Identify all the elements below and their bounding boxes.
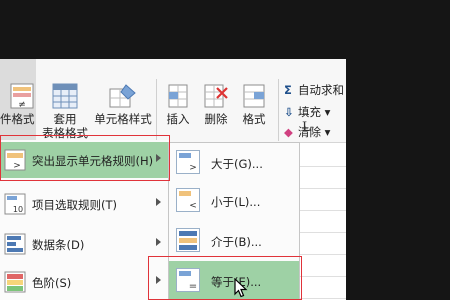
menu-item-top-bottom-rules[interactable]: 10 项目选取规则(T) xyxy=(0,186,170,222)
autosum-button[interactable]: Σ 自动求和 xyxy=(284,82,344,98)
conditional-format-label: 件格式 xyxy=(0,112,35,126)
svg-text:10: 10 xyxy=(13,205,23,214)
insert-cells-icon xyxy=(166,83,190,113)
submenu-item-greater-than[interactable]: > 大于(G)... xyxy=(169,143,299,181)
format-as-table-button[interactable]: 套用 表格格式 xyxy=(38,59,92,143)
data-bars-icon xyxy=(4,233,26,255)
cell-text: L xyxy=(302,120,311,135)
format-cells-icon xyxy=(242,83,266,113)
submenu-item-less-than[interactable]: < 小于(L)... xyxy=(169,181,299,219)
mouse-cursor-icon xyxy=(234,277,248,300)
cell-styles-button[interactable]: 单元格样式 xyxy=(92,59,154,143)
conditional-format-icon: ≠ xyxy=(10,83,34,113)
table-format-icon xyxy=(52,83,78,113)
delete-button[interactable]: 删除 xyxy=(198,59,234,143)
fill-down-icon: ⇩ xyxy=(284,105,294,119)
ribbon-home: ≠ 件格式 套用 表格格式 单元格样式 插入 删除 格式 Σ 自动求和 ⇩ 填充… xyxy=(0,59,346,143)
color-scales-icon xyxy=(4,271,26,293)
format-label: 格式 xyxy=(242,112,266,126)
submenu-arrow-icon xyxy=(156,238,161,246)
svg-text:<: < xyxy=(189,201,197,211)
highlight-box-main-item xyxy=(0,135,170,181)
svg-text:>: > xyxy=(189,163,197,173)
cell-styles-label: 单元格样式 xyxy=(94,112,152,126)
dropdown-arrow-icon: ▾ xyxy=(321,125,331,139)
ribbon-separator xyxy=(278,79,279,141)
submenu-item-label: 小于(L)... xyxy=(211,195,261,209)
insert-label: 插入 xyxy=(166,112,190,126)
format-button[interactable]: 格式 xyxy=(236,59,272,143)
svg-text:≠: ≠ xyxy=(18,100,26,109)
autosum-label: 自动求和 xyxy=(298,83,344,97)
ribbon-separator xyxy=(156,79,157,141)
between-icon xyxy=(176,228,200,252)
highlight-box-sub-item xyxy=(148,256,302,300)
sigma-icon: Σ xyxy=(284,83,292,97)
submenu-arrow-icon xyxy=(156,198,161,206)
menu-item-label: 数据条(D) xyxy=(32,238,85,252)
cell-styles-icon xyxy=(109,83,137,113)
eraser-icon: ◆ xyxy=(284,125,293,139)
menu-item-data-bars[interactable]: 数据条(D) xyxy=(0,226,170,262)
menu-item-label: 项目选取规则(T) xyxy=(32,198,117,212)
greater-than-icon: > xyxy=(176,150,200,174)
menu-item-color-scales[interactable]: 色阶(S) xyxy=(0,264,170,300)
format-as-table-label-1: 套用 xyxy=(53,112,77,126)
fill-label: 填充 xyxy=(298,105,321,119)
conditional-format-button[interactable]: ≠ 件格式 xyxy=(0,59,36,143)
fill-button[interactable]: ⇩ 填充 ▾ xyxy=(284,104,330,120)
dropdown-arrow-icon: ▾ xyxy=(321,105,331,119)
delete-cells-icon xyxy=(203,83,229,113)
top-ten-icon: 10 xyxy=(4,193,26,215)
delete-label: 删除 xyxy=(204,112,228,126)
less-than-icon: < xyxy=(176,188,200,212)
menu-item-label: 色阶(S) xyxy=(32,276,72,290)
submenu-item-label: 介于(B)... xyxy=(211,235,262,249)
submenu-item-between[interactable]: 介于(B)... xyxy=(169,221,299,259)
submenu-item-label: 大于(G)... xyxy=(211,157,263,171)
insert-button[interactable]: 插入 xyxy=(160,59,196,143)
